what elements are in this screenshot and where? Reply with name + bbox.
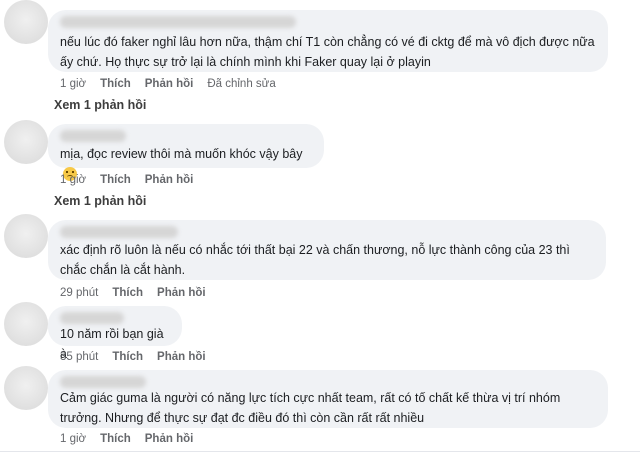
- edited-label: Đã chỉnh sửa: [207, 78, 276, 90]
- author-name-blurred[interactable]: [60, 376, 146, 388]
- comment-text: xác định rõ luôn là nếu có nhắc tới thất…: [60, 243, 570, 277]
- timestamp[interactable]: 29 phút: [60, 287, 98, 299]
- like-button[interactable]: Thích: [112, 351, 143, 363]
- comment-actions: 1 giờ Thích Phản hồi Đã chỉnh sửa: [60, 76, 276, 92]
- author-name-blurred[interactable]: [60, 312, 124, 324]
- avatar[interactable]: [4, 366, 48, 410]
- comment-text-content: mịa, đọc review thôi mà muốn khóc vậy bâ…: [60, 147, 303, 161]
- author-name-blurred[interactable]: [60, 16, 296, 28]
- comment-text: nếu lúc đó faker nghỉ lâu hơn nữa, thậm …: [60, 35, 595, 69]
- like-button[interactable]: Thích: [100, 174, 131, 186]
- like-button[interactable]: Thích: [112, 287, 143, 299]
- view-replies-link[interactable]: Xem 1 phản hồi: [54, 194, 146, 208]
- comment-text: Cảm giác guma là người có năng lực tích …: [60, 391, 561, 425]
- view-replies-link[interactable]: Xem 1 phản hồi: [54, 98, 146, 112]
- comment-actions: 29 phút Thích Phản hồi: [60, 285, 206, 301]
- reply-button[interactable]: Phản hồi: [145, 174, 194, 186]
- avatar[interactable]: [4, 120, 48, 164]
- comment-actions: 35 phút Thích Phản hồi: [60, 349, 206, 365]
- avatar[interactable]: [4, 214, 48, 258]
- like-button[interactable]: Thích: [100, 78, 131, 90]
- timestamp[interactable]: 1 giờ: [60, 433, 86, 445]
- reply-button[interactable]: Phản hồi: [157, 287, 206, 299]
- reply-button[interactable]: Phản hồi: [145, 78, 194, 90]
- comment-actions: 1 giờ Thích Phản hồi: [60, 172, 193, 188]
- comment-bubble: nếu lúc đó faker nghỉ lâu hơn nữa, thậm …: [48, 10, 608, 72]
- avatar[interactable]: [4, 302, 48, 346]
- timestamp[interactable]: 1 giờ: [60, 174, 86, 186]
- comment-bubble: Cảm giác guma là người có năng lực tích …: [48, 370, 608, 428]
- author-name-blurred[interactable]: [60, 226, 178, 238]
- avatar[interactable]: [4, 0, 48, 44]
- like-button[interactable]: Thích: [100, 433, 131, 445]
- comment-bubble: mịa, đọc review thôi mà muốn khóc vậy bâ…: [48, 124, 324, 181]
- comment-bubble: 10 năm rồi bạn già à: [48, 306, 182, 361]
- reply-button[interactable]: Phản hồi: [145, 433, 194, 445]
- comment-bubble: xác định rõ luôn là nếu có nhắc tới thất…: [48, 220, 606, 280]
- timestamp[interactable]: 1 giờ: [60, 78, 86, 90]
- timestamp[interactable]: 35 phút: [60, 351, 98, 363]
- comment-actions: 1 giờ Thích Phản hồi: [60, 431, 193, 447]
- reply-button[interactable]: Phản hồi: [157, 351, 206, 363]
- author-name-blurred[interactable]: [60, 130, 126, 142]
